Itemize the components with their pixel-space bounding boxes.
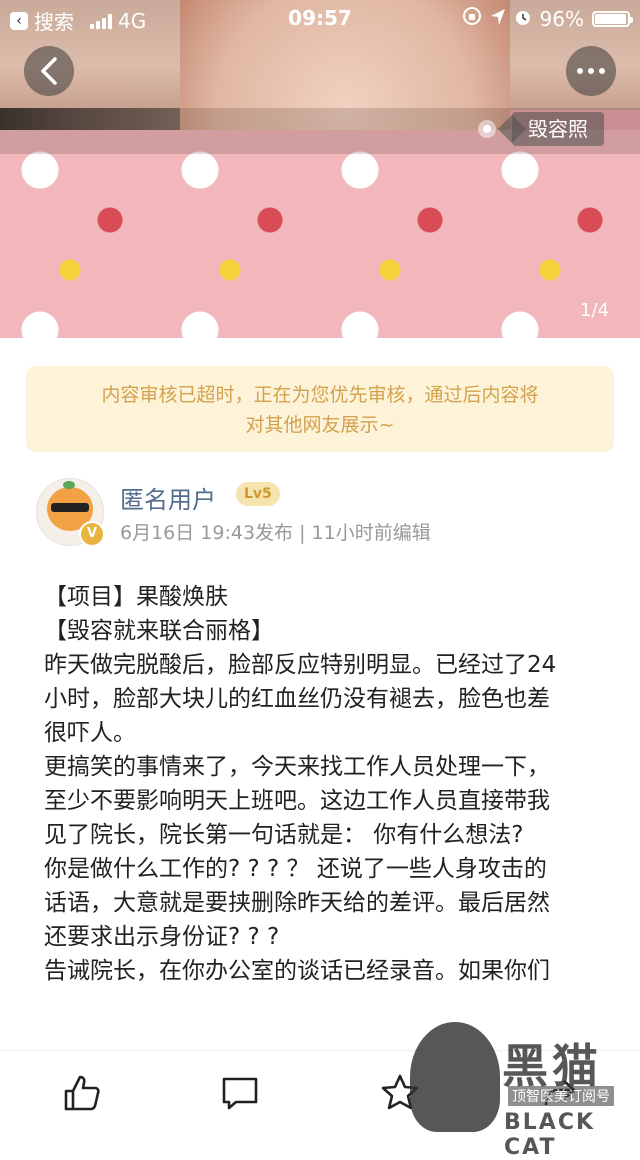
post-line: 还要求出示身份证? ? ?: [44, 924, 280, 950]
username[interactable]: 匿名用户: [120, 480, 216, 515]
post-line: 至少不要影响明天上班吧。这边工作人员直接带我: [44, 788, 550, 814]
post-line: 【毁容就来联合丽格】: [44, 618, 274, 644]
network-type: 4G: [118, 8, 147, 33]
post-line: 见了院长，院长第一句话就是： 你有什么想法?: [44, 822, 524, 848]
alarm-icon: [514, 7, 532, 31]
more-button[interactable]: [566, 46, 616, 96]
review-notice-line-2: 对其他网友展示~: [245, 414, 395, 436]
status-right: 96%: [462, 6, 633, 31]
status-bar: ‹ 搜索 4G 09:57 96%: [0, 0, 640, 36]
battery-percent: 96%: [539, 6, 584, 31]
image-tag-label[interactable]: 毁容照: [512, 112, 604, 146]
image-pager: 1/4: [580, 300, 609, 321]
status-left: ‹ 搜索 4G: [10, 6, 146, 35]
post-line: 【项目】果酸焕肤: [44, 584, 228, 610]
image-tag-dot[interactable]: [478, 120, 496, 138]
post-line: 话语，大意就是要挟删除昨天给的差评。最后居然: [44, 890, 550, 916]
review-notice: 内容审核已超时，正在为您优先审核，通过后内容将 对其他网友展示~: [26, 366, 614, 452]
like-thumbs-up-icon[interactable]: [62, 1073, 102, 1113]
level-badge: Lv5: [236, 482, 280, 506]
bottom-action-bar: [0, 1050, 640, 1139]
more-dots-icon: [577, 68, 605, 74]
share-icon[interactable]: [540, 1073, 580, 1113]
post-line: 告诫院长，在你办公室的谈话已经录音。如果你们: [44, 958, 550, 984]
battery-icon: [592, 10, 633, 27]
hero-photo-pattern: [0, 130, 640, 338]
review-notice-line-1: 内容审核已超时，正在为您优先审核，通过后内容将: [101, 384, 539, 406]
orientation-lock-icon: [462, 6, 482, 31]
post-line: 你是做什么工作的? ? ? ？ 还说了一些人身攻击的: [44, 856, 547, 882]
back-to-app-label[interactable]: 搜索: [34, 6, 74, 35]
post-body: 【项目】果酸焕肤 【毁容就来联合丽格】 昨天做完脱酸后，脸部反应特别明显。已经过…: [44, 580, 620, 1050]
verified-badge: V: [79, 521, 105, 547]
signal-icon: [90, 13, 112, 29]
post-meta: 6月16日 19:43发布 | 11小时前编辑: [120, 522, 431, 544]
back-to-app-icon[interactable]: ‹: [10, 11, 28, 30]
post-line: 更搞笑的事情来了，今天来找工作人员处理一下，: [44, 754, 550, 780]
location-icon: [490, 7, 506, 31]
chevron-left-icon: [41, 57, 57, 85]
post-line: 小时，脸部大块儿的红血丝仍没有褪去，脸色也差: [44, 686, 550, 712]
avatar-sunglasses-graphic: [51, 503, 89, 512]
post-line: 很吓人。: [44, 720, 136, 746]
avatar[interactable]: V: [36, 478, 105, 547]
avatar-leaf-graphic: [63, 481, 75, 489]
back-button[interactable]: [24, 46, 74, 96]
comment-icon[interactable]: [220, 1073, 260, 1113]
hero-image[interactable]: [0, 0, 640, 338]
star-favorite-icon[interactable]: [380, 1073, 420, 1113]
post-line: 昨天做完脱酸后，脸部反应特别明显。已经过了24: [44, 652, 557, 678]
